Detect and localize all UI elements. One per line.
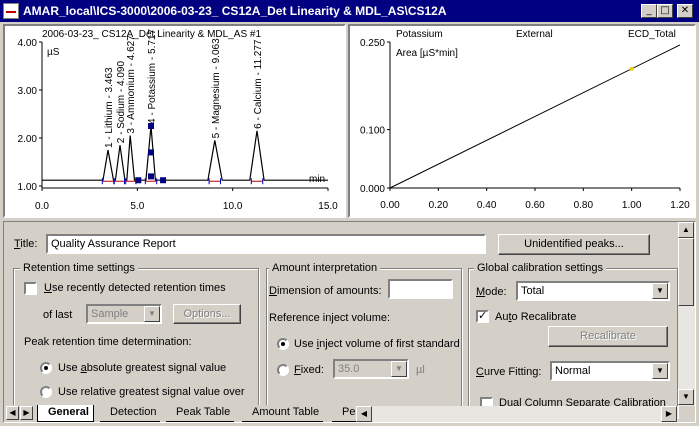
calibration-point — [629, 66, 634, 71]
chromatogram-chart[interactable]: 2006-03-23_ CS12A_Det Linearity & MDL_AS… — [5, 26, 344, 216]
dimension-label: Dimension of amounts: — [269, 285, 382, 297]
calibration-channel: ECD_Total — [628, 29, 676, 40]
radio-fixed[interactable] — [277, 364, 289, 376]
calibration-curve — [389, 44, 681, 189]
peak-handle — [135, 177, 142, 184]
tab-scroll-right[interactable]: ▶ — [20, 406, 33, 420]
curve-fitting-select[interactable]: Normal ▼ — [550, 361, 670, 381]
calibration-peak-name: Potassium — [396, 29, 443, 40]
calibration-x-tick-label: 0.60 — [525, 200, 545, 211]
calibration-y-tick-label: 0.000 — [360, 184, 385, 195]
properties-panel: Title: Quality Assurance Report Unidenti… — [3, 221, 696, 423]
chromatogram-x-tick-label: 10.0 — [223, 201, 243, 212]
peak-handle — [148, 123, 155, 129]
radio-first-standard-label: Use inject volume of first standard — [294, 338, 460, 350]
scroll-down-button[interactable]: ▼ — [678, 389, 694, 405]
recalibrate-button[interactable]: Recalibrate — [548, 326, 668, 347]
tab-general[interactable]: General — [37, 405, 94, 422]
tab-detection[interactable]: Detection — [100, 405, 161, 422]
peak-label: 5 - Magnesium - 9.063 — [211, 38, 222, 138]
calibration-x-tick-label: 0.20 — [429, 200, 449, 211]
peak-label: 3 - Ammonium - 4.627 — [126, 35, 137, 134]
chevron-down-icon[interactable]: ▼ — [144, 306, 160, 322]
chevron-down-icon[interactable]: ▼ — [652, 363, 668, 379]
calibration-panel[interactable]: Potassium External ECD_Total Area [µS*min] 0… — [348, 24, 696, 218]
radio-first-standard[interactable] — [277, 338, 289, 350]
calibration-x-tick-label: 0.80 — [574, 200, 594, 211]
vertical-scroll-thumb[interactable] — [678, 238, 694, 306]
calibration-type: External — [516, 29, 553, 40]
chromatogram-x-tick-label: 15.0 — [318, 201, 338, 212]
chevron-down-icon[interactable]: ▼ — [391, 361, 407, 377]
chromatogram-y-tick-label: 1.00 — [18, 182, 38, 193]
chromatogram-y-tick-label: 3.00 — [18, 86, 38, 97]
tab-strip: ◀ ▶ General Detection Peak Table Amount … — [4, 405, 360, 422]
tab-amount-table[interactable]: Amount Table — [242, 405, 324, 422]
calibration-x-tick-label: 1.20 — [670, 200, 690, 211]
chromatogram-x-tick-label: 0.0 — [35, 201, 49, 212]
scroll-up-button[interactable]: ▲ — [678, 222, 694, 238]
tab-peak-table[interactable]: Peak Table — [166, 405, 235, 422]
unidentified-peaks-button[interactable]: Unidentified peaks... — [498, 234, 650, 255]
global-calibration-legend: Global calibration settings — [474, 262, 606, 274]
title-label: Title: — [14, 238, 38, 250]
vertical-scrollbar[interactable]: ▲ ▼ — [678, 222, 695, 406]
window-title: AMAR_local\ICS-3000\2006-03-23_ CS12A_De… — [23, 4, 447, 18]
of-last-label: of last — [43, 309, 73, 321]
use-recent-checkbox[interactable] — [24, 282, 37, 295]
title-input[interactable]: Quality Assurance Report — [46, 234, 486, 254]
calibration-x-tick-label: 1.00 — [622, 200, 642, 211]
peak-label: 1 - Lithium - 3.463 — [104, 67, 115, 148]
mode-select[interactable]: Total ▼ — [516, 281, 670, 301]
of-last-select[interactable]: Sample ▼ — [86, 304, 162, 324]
chromatogram-y-tick-label: 2.00 — [18, 134, 38, 145]
close-button[interactable]: ✕ — [677, 4, 693, 18]
options-button[interactable]: Options... — [173, 304, 241, 324]
horizontal-scrollbar[interactable]: ◀ ▶ — [356, 406, 678, 422]
retention-time-legend: Retention time settings — [20, 262, 138, 274]
dimension-input[interactable] — [388, 279, 453, 299]
auto-recalibrate-checkbox[interactable]: ✓ — [476, 310, 489, 323]
scroll-left-button[interactable]: ◀ — [356, 406, 372, 422]
calibration-x-tick-label: 0.00 — [380, 200, 400, 211]
use-recent-label: Use recently detected retention times — [44, 282, 226, 294]
app-icon[interactable] — [3, 3, 19, 19]
chromatogram-panel[interactable]: 2006-03-23_ CS12A_Det Linearity & MDL_AS… — [3, 24, 346, 218]
chromatogram-x-unit: min — [309, 174, 325, 185]
mode-label: Mode: — [476, 286, 507, 298]
chromatogram-y-tick-label: 4.00 — [18, 38, 38, 49]
window-titlebar[interactable]: AMAR_local\ICS-3000\2006-03-23_ CS12A_De… — [0, 0, 699, 22]
chevron-down-icon[interactable]: ▼ — [652, 283, 668, 299]
chromatogram-x-tick-label: 5.0 — [130, 201, 144, 212]
peak-label: 4 - Potassium - 5.717 — [147, 29, 158, 124]
maximize-button[interactable]: □ — [657, 4, 673, 18]
minimize-button[interactable]: _ — [641, 4, 657, 18]
fixed-label: Fixed: — [294, 364, 324, 376]
curve-fitting-label: Curve Fitting: — [476, 366, 542, 378]
calibration-chart[interactable]: Potassium External ECD_Total Area [µS*min] 0… — [350, 26, 694, 216]
peak-rt-label: Peak retention time determination: — [24, 336, 192, 348]
radio-relative-label: Use relative greatest signal value over — [58, 386, 245, 398]
amount-legend: Amount interpretation — [269, 262, 381, 274]
peak-handle — [148, 173, 155, 180]
peak-handle — [160, 177, 167, 184]
calibration-y-tick-label: 0.100 — [360, 126, 385, 137]
auto-recalibrate-label: Auto Recalibrate — [495, 311, 577, 323]
calibration-y-tick-label: 0.250 — [360, 38, 385, 49]
chromatogram-y-unit: µS — [47, 47, 60, 58]
calibration-x-tick-label: 0.40 — [477, 200, 497, 211]
radio-relative[interactable] — [40, 386, 52, 398]
tab-scroll-left[interactable]: ◀ — [6, 406, 19, 420]
calibration-y-label: Area [µS*min] — [396, 48, 458, 59]
radio-absolute-label: Use absolute greatest signal value — [58, 362, 227, 374]
fixed-volume-select[interactable]: 35.0 ▼ — [333, 359, 409, 379]
peak-label: 6 - Calcium - 11.277 — [253, 39, 264, 129]
radio-absolute[interactable] — [40, 362, 52, 374]
chromatogram-trace — [42, 125, 328, 181]
fixed-unit: µl — [416, 364, 425, 376]
scroll-right-button[interactable]: ▶ — [661, 406, 677, 422]
peak-handle — [148, 149, 155, 156]
ref-volume-label: Reference inject volume: — [269, 312, 391, 324]
